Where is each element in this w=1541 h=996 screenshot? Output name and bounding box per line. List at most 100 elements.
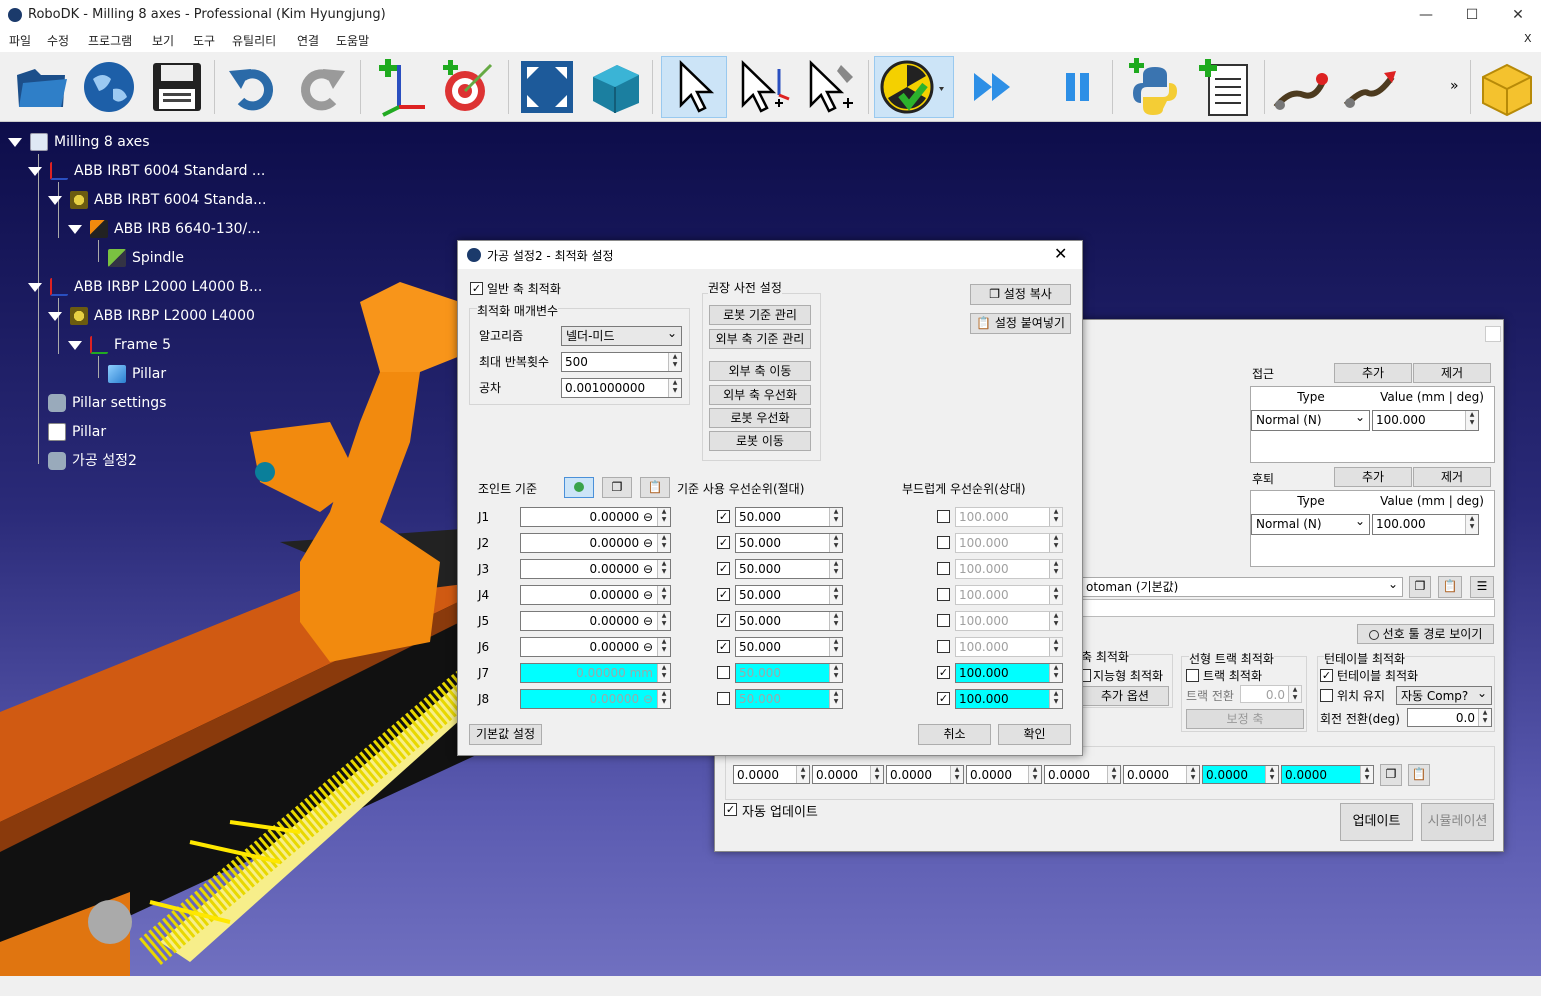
spin-arrows-icon[interactable]: ▲ ▼ bbox=[1107, 766, 1120, 783]
spin-arrows-icon[interactable]: ▲ ▼ bbox=[1049, 508, 1062, 526]
collision-check-icon[interactable] bbox=[874, 56, 954, 118]
spin-arrows-icon[interactable]: ▲ ▼ bbox=[657, 638, 670, 656]
ref-priority-input[interactable]: 50.000 ▲ ▼ bbox=[735, 637, 843, 657]
spin-arrows-icon[interactable]: ▲ ▼ bbox=[1049, 664, 1062, 682]
smooth-checkbox[interactable] bbox=[937, 640, 950, 653]
approach-remove-button[interactable]: 제거 bbox=[1413, 363, 1491, 383]
spin-arrows-icon[interactable]: ▲ ▼ bbox=[1049, 690, 1062, 708]
joint-ref-input[interactable]: 0.00000 ⊖ ▲ ▼ bbox=[520, 637, 671, 657]
spin-arrows-icon[interactable]: ▲ ▼ bbox=[1465, 515, 1478, 534]
spin-arrows-icon[interactable]: ▲ ▼ bbox=[829, 612, 842, 630]
ref-priority-input[interactable]: 50.000 ▲ ▼ bbox=[735, 559, 843, 579]
spin-arrows-icon[interactable]: ▲ ▼ bbox=[1478, 709, 1491, 726]
add-reference-frame-icon[interactable] bbox=[368, 56, 430, 118]
close-document-button[interactable]: X bbox=[1524, 30, 1532, 45]
spin-arrows-icon[interactable]: ▲ ▼ bbox=[657, 690, 670, 708]
retract-add-button[interactable]: 추가 bbox=[1334, 467, 1412, 487]
spin-arrows-icon[interactable]: ▲ ▼ bbox=[829, 664, 842, 682]
paste-settings-button[interactable]: 📋 설정 붙여넣기 bbox=[970, 313, 1071, 334]
redo-icon[interactable] bbox=[290, 56, 352, 118]
pause-icon[interactable] bbox=[1046, 56, 1108, 118]
spin-arrows-icon[interactable]: ▲ ▼ bbox=[829, 690, 842, 708]
retract-remove-button[interactable]: 제거 bbox=[1413, 467, 1491, 487]
tree-item-pillar-object[interactable]: Pillar bbox=[108, 362, 166, 386]
smooth-checkbox[interactable] bbox=[937, 510, 950, 523]
rotation-change-input[interactable]: 0.0 ▲ ▼ bbox=[1407, 708, 1492, 727]
set-current-joints-icon[interactable] bbox=[564, 477, 594, 498]
use-ref-checkbox[interactable] bbox=[717, 588, 730, 601]
menu-icon[interactable]: ☰ bbox=[1470, 576, 1494, 598]
ref-priority-input[interactable]: 50.000 ▲ ▼ bbox=[735, 663, 843, 683]
spin-arrows-icon[interactable]: ▲ ▼ bbox=[1049, 586, 1062, 604]
spin-arrows-icon[interactable]: ▲ ▼ bbox=[1028, 766, 1041, 783]
smooth-checkbox[interactable] bbox=[937, 562, 950, 575]
program-name-input[interactable] bbox=[1081, 599, 1495, 617]
turntable-opt-checkbox[interactable] bbox=[1320, 669, 1333, 682]
joint-value-input[interactable]: 0.0000 ▲ ▼ bbox=[1044, 765, 1121, 784]
spin-arrows-icon[interactable]: ▲ ▼ bbox=[657, 560, 670, 578]
expand-arrow-icon[interactable] bbox=[48, 195, 62, 205]
expand-arrow-icon[interactable] bbox=[28, 282, 42, 292]
spin-arrows-icon[interactable]: ▲ ▼ bbox=[829, 586, 842, 604]
tree-item-milling-settings2[interactable]: 가공 설정2 bbox=[48, 449, 137, 473]
use-ref-checkbox[interactable] bbox=[717, 666, 730, 679]
joint-value-input[interactable]: 0.0000 ▲ ▼ bbox=[733, 765, 810, 784]
ref-priority-input[interactable]: 50.000 ▲ ▼ bbox=[735, 611, 843, 631]
joint-ref-input[interactable]: 0.00000 ⊖ ▲ ▼ bbox=[520, 507, 671, 527]
use-ref-checkbox[interactable] bbox=[717, 562, 730, 575]
preset-robot-priority-button[interactable]: 로봇 우선화 bbox=[709, 408, 811, 428]
menu-view[interactable]: 보기 bbox=[152, 30, 174, 49]
tree-item-positioner-base[interactable]: ABB IRBP L2000 L4000 B... bbox=[28, 275, 262, 299]
smooth-checkbox[interactable] bbox=[937, 588, 950, 601]
tree-item-track-base[interactable]: ABB IRBT 6004 Standard ... bbox=[28, 159, 265, 183]
smooth-priority-input[interactable]: 100.000 ▲ ▼ bbox=[955, 507, 1063, 527]
use-ref-checkbox[interactable] bbox=[717, 510, 730, 523]
spin-arrows-icon[interactable]: ▲ ▼ bbox=[1186, 766, 1199, 783]
track-change-input[interactable]: 0.0 ▲ ▼ bbox=[1240, 685, 1302, 703]
show-preferred-path-button[interactable]: 선호 툴 경로 보이기 bbox=[1357, 624, 1494, 644]
tree-item-frame5[interactable]: Frame 5 bbox=[68, 333, 171, 357]
close-window-button[interactable]: ✕ bbox=[1495, 0, 1541, 30]
ref-priority-input[interactable]: 50.000 ▲ ▼ bbox=[735, 507, 843, 527]
undo-icon[interactable] bbox=[222, 56, 284, 118]
add-python-program-icon[interactable] bbox=[1122, 56, 1184, 118]
robot-post-select[interactable]: otoman (기본값) bbox=[1081, 575, 1403, 597]
joint-value-input[interactable]: 0.0000 ▲ ▼ bbox=[1123, 765, 1200, 784]
tree-item-spindle[interactable]: Spindle bbox=[108, 246, 184, 270]
set-defaults-button[interactable]: 기본값 설정 bbox=[469, 724, 542, 745]
smooth-priority-input[interactable]: 100.000 ▲ ▼ bbox=[955, 611, 1063, 631]
spin-arrows-icon[interactable]: ▲ ▼ bbox=[1049, 534, 1062, 552]
smooth-checkbox[interactable] bbox=[937, 614, 950, 627]
spin-arrows-icon[interactable]: ▲ ▼ bbox=[657, 586, 670, 604]
expand-arrow-icon[interactable] bbox=[68, 224, 82, 234]
paste-icon[interactable]: 📋 bbox=[640, 477, 670, 498]
expand-arrow-icon[interactable] bbox=[8, 137, 22, 147]
spin-arrows-icon[interactable]: ▲ ▼ bbox=[657, 612, 670, 630]
joint-value-input[interactable]: 0.0000 ▲ ▼ bbox=[1202, 765, 1279, 784]
preset-robot-move-button[interactable]: 로봇 이동 bbox=[709, 431, 811, 451]
use-ref-checkbox[interactable] bbox=[717, 692, 730, 705]
paste-icon[interactable]: 📋 bbox=[1408, 764, 1430, 786]
tree-item-station[interactable]: Milling 8 axes bbox=[8, 130, 150, 154]
spin-arrows-icon[interactable]: ▲ ▼ bbox=[1049, 638, 1062, 656]
spin-arrows-icon[interactable]: ▲ ▼ bbox=[668, 353, 681, 371]
curve-follow-icon[interactable] bbox=[1270, 56, 1332, 118]
spin-arrows-icon[interactable]: ▲ ▼ bbox=[1049, 612, 1062, 630]
open-folder-icon[interactable] bbox=[10, 56, 72, 118]
spin-arrows-icon[interactable]: ▲ ▼ bbox=[1360, 766, 1373, 783]
select-icon[interactable] bbox=[661, 56, 727, 118]
expand-arrow-icon[interactable] bbox=[68, 340, 82, 350]
copy-icon[interactable]: ❐ bbox=[1380, 764, 1402, 786]
spin-arrows-icon[interactable]: ▲ ▼ bbox=[870, 766, 883, 783]
smooth-checkbox[interactable] bbox=[937, 692, 950, 705]
smooth-priority-input[interactable]: 100.000 ▲ ▼ bbox=[955, 559, 1063, 579]
joint-ref-input[interactable]: 0.00000 mm ▲ ▼ bbox=[520, 663, 671, 683]
joint-ref-input[interactable]: 0.00000 ⊖ ▲ ▼ bbox=[520, 559, 671, 579]
use-ref-checkbox[interactable] bbox=[717, 640, 730, 653]
menu-file[interactable]: 파일 bbox=[9, 30, 31, 49]
update-button[interactable]: 업데이트 bbox=[1340, 803, 1413, 841]
menu-edit[interactable]: 수정 bbox=[47, 30, 69, 49]
auto-update-checkbox[interactable] bbox=[724, 803, 737, 816]
save-icon[interactable] bbox=[146, 56, 208, 118]
paste-icon[interactable]: 📋 bbox=[1438, 576, 1462, 598]
